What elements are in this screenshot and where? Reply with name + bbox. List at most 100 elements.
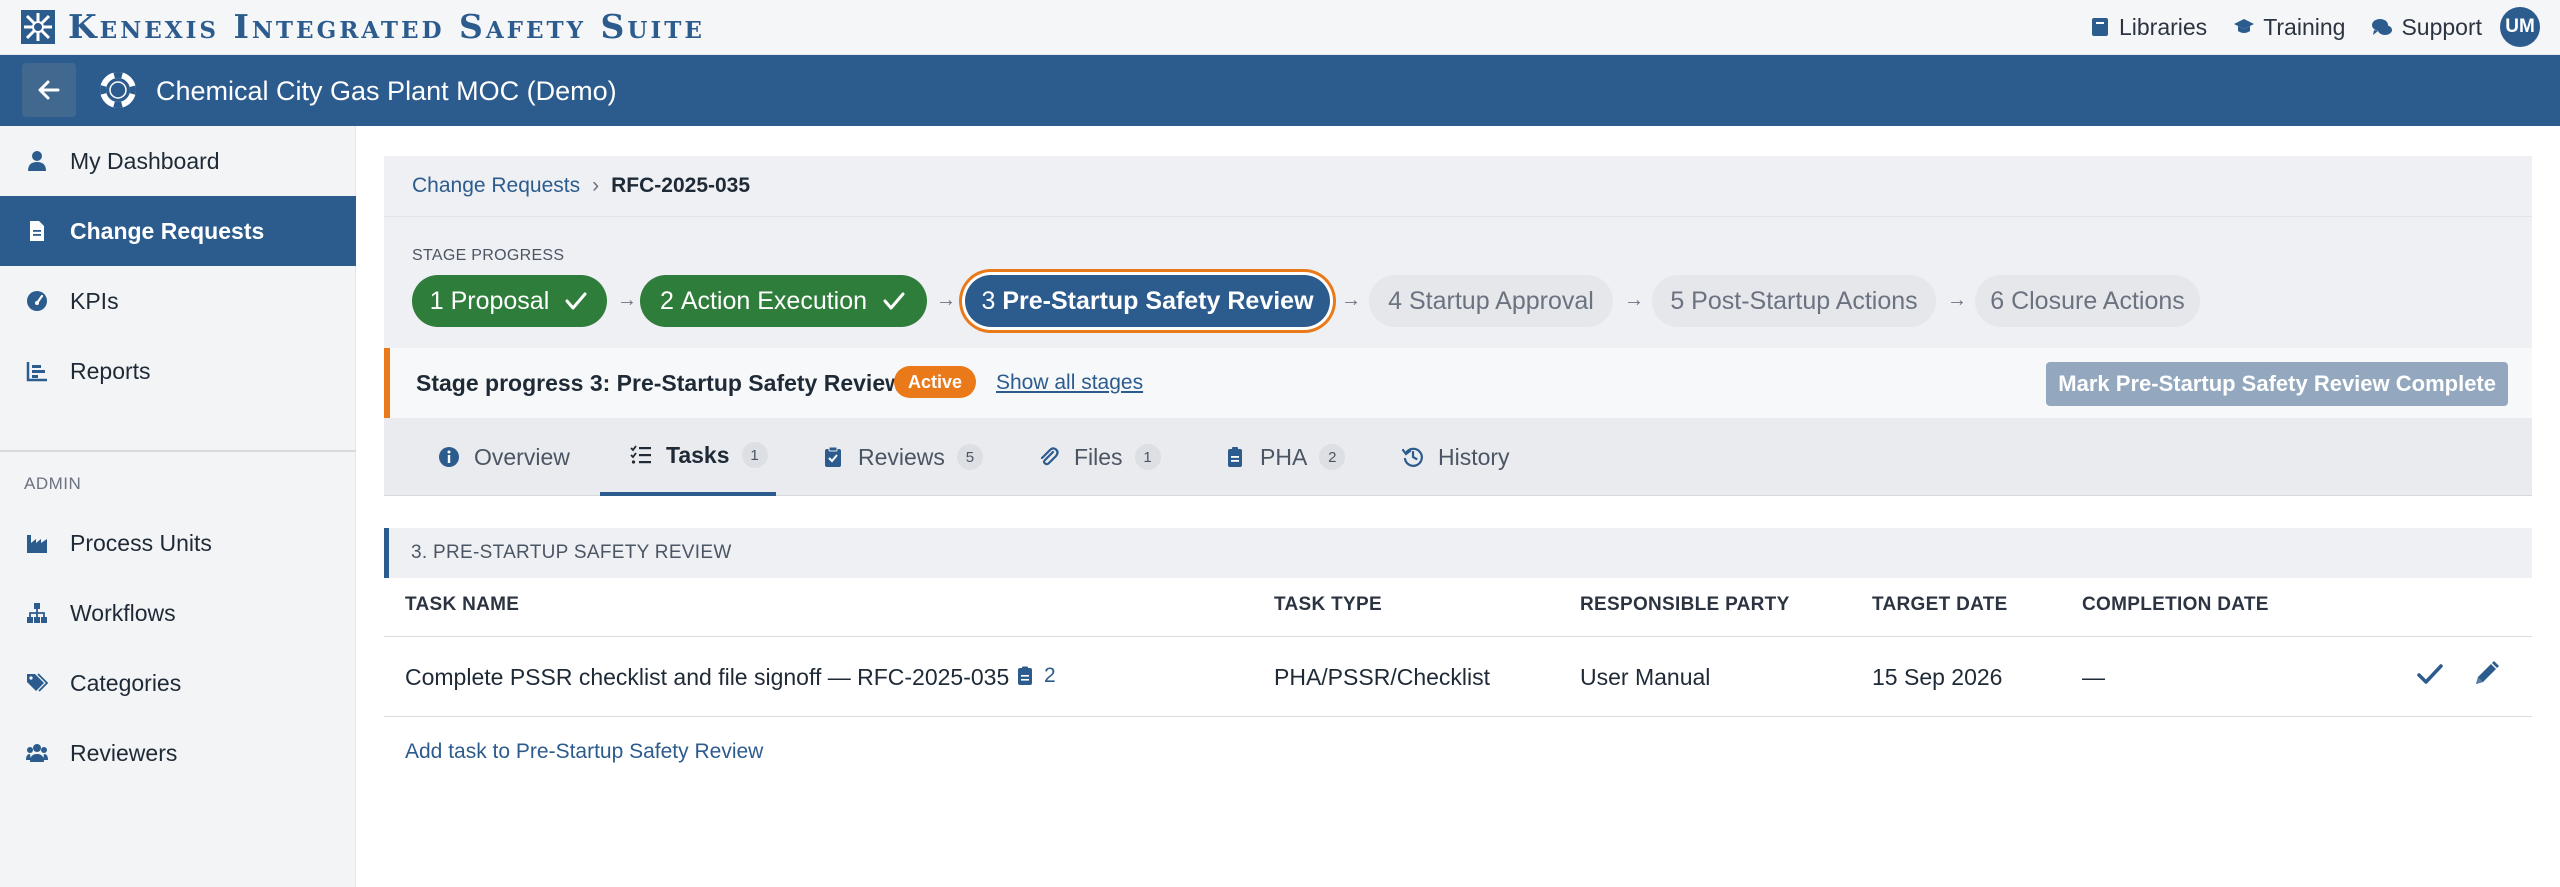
- breadcrumb: Change Requests › RFC-2025-035: [412, 174, 750, 198]
- breadcrumb-separator: ›: [592, 174, 600, 197]
- task-name-cell[interactable]: Complete PSSR checklist and file signoff…: [405, 664, 1009, 691]
- sidebar-item-reviewers[interactable]: Reviewers: [0, 718, 356, 788]
- tab-overview[interactable]: Overview: [438, 418, 570, 496]
- sidebar-item-categories[interactable]: Categories: [0, 648, 356, 718]
- task-list-icon: [630, 445, 651, 464]
- brand-name: Kenexis Integrated Safety Suite: [68, 7, 705, 46]
- tab-label: Tasks: [666, 441, 730, 468]
- book-icon: [2091, 18, 2108, 36]
- document-icon: [1228, 447, 1242, 467]
- sidebar-item-label: Change Requests: [70, 217, 265, 244]
- stage-2-action-execution[interactable]: 2 Action Execution: [640, 275, 927, 327]
- stage-5-post-startup-actions[interactable]: 5 Post-Startup Actions: [1652, 275, 1936, 327]
- stage-4-startup-approval[interactable]: 4 Startup Approval: [1369, 275, 1613, 327]
- complete-check-icon[interactable]: [2414, 658, 2446, 690]
- user-icon: [28, 151, 46, 171]
- tab-count-badge: 5: [956, 444, 983, 470]
- sidebar: My Dashboard Change Requests KPIs Report…: [0, 126, 356, 887]
- completion-date-cell: —: [2082, 664, 2105, 690]
- stage-number: 1: [429, 286, 444, 315]
- stage-number: 5: [1670, 286, 1685, 315]
- stage-arrow: →: [617, 289, 637, 311]
- target-date-cell: 15 Sep 2026: [1872, 664, 2003, 690]
- mark-stage-complete-button[interactable]: Mark Pre-Startup Safety Review Complete: [2046, 362, 2508, 406]
- clipboard-check-icon: [825, 446, 841, 467]
- stage-number: 3: [981, 286, 996, 315]
- sidebar-item-label: Process Units: [70, 529, 212, 556]
- sidebar-item-label: Reviewers: [70, 739, 178, 766]
- table-header-divider: [384, 636, 2532, 637]
- user-avatar[interactable]: UM: [2500, 7, 2540, 47]
- breadcrumb-current: RFC-2025-035: [611, 174, 751, 197]
- info-icon: [439, 447, 459, 467]
- tab-files[interactable]: Files 1: [1038, 418, 1161, 496]
- sidebar-item-kpis[interactable]: KPIs: [0, 266, 356, 336]
- task-type-cell: PHA/PSSR/Checklist: [1274, 664, 1491, 690]
- table-row-divider: [384, 716, 2532, 717]
- add-task-link[interactable]: Add task to Pre-Startup Safety Review: [405, 740, 763, 764]
- responsible-party-cell: User Manual: [1580, 664, 1711, 690]
- industry-icon: [27, 535, 47, 553]
- stage-arrow: →: [1341, 289, 1361, 311]
- document-count-link[interactable]: 2: [1016, 664, 1056, 688]
- sidebar-item-label: KPIs: [70, 287, 119, 314]
- breadcrumb-change-requests-link[interactable]: Change Requests: [412, 174, 580, 198]
- sitemap-icon: [27, 603, 47, 623]
- project-title: Chemical City Gas Plant MOC (Demo): [156, 76, 617, 106]
- tab-reviews[interactable]: Reviews 5: [822, 418, 983, 496]
- training-link[interactable]: Training: [2233, 14, 2345, 41]
- sidebar-item-label: Reports: [70, 357, 151, 384]
- stage-6-closure-actions[interactable]: 6 Closure Actions: [1975, 275, 2200, 327]
- tab-label: Reviews: [858, 443, 945, 470]
- column-header-target-date: TARGET DATE: [1872, 594, 2008, 615]
- current-stage-text: Stage progress 3: Pre-Startup Safety Rev…: [416, 370, 903, 396]
- tab-label: Files: [1074, 443, 1123, 470]
- graduation-cap-icon: [2234, 19, 2255, 33]
- stage-arrow: →: [1624, 289, 1644, 311]
- column-header-task-type: TASK TYPE: [1274, 594, 1382, 615]
- tab-bar: Overview Tasks 1 Reviews 5 Files 1 PHA 2: [384, 418, 2532, 496]
- tab-label: PHA: [1260, 443, 1308, 470]
- arrow-left-icon: [38, 80, 60, 100]
- tab-label: History: [1438, 443, 1510, 470]
- brand[interactable]: Kenexis Integrated Safety Suite: [20, 9, 705, 45]
- tab-tasks[interactable]: Tasks 1: [600, 418, 776, 496]
- document-count: 2: [1044, 664, 1056, 687]
- sidebar-item-change-requests[interactable]: Change Requests: [0, 196, 356, 266]
- support-link[interactable]: Support: [2371, 14, 2482, 41]
- sidebar-divider: [0, 450, 356, 452]
- stage-arrow: →: [936, 289, 956, 311]
- libraries-link[interactable]: Libraries: [2089, 14, 2207, 41]
- paperclip-icon: [1040, 447, 1059, 466]
- sidebar-item-process-units[interactable]: Process Units: [0, 508, 356, 578]
- show-all-stages-link[interactable]: Show all stages: [996, 371, 1143, 395]
- back-button[interactable]: [22, 63, 76, 117]
- project-title-bar: Chemical City Gas Plant MOC (Demo): [0, 55, 2560, 126]
- tab-count-badge: 1: [741, 442, 768, 468]
- sidebar-item-label: Workflows: [70, 599, 176, 626]
- sidebar-item-reports[interactable]: Reports: [0, 336, 356, 406]
- section-title: 3. PRE-STARTUP SAFETY REVIEW: [411, 542, 732, 563]
- file-icon: [30, 221, 44, 241]
- tab-pha[interactable]: PHA 2: [1224, 418, 1346, 496]
- section-header: 3. PRE-STARTUP SAFETY REVIEW: [384, 528, 2532, 578]
- tab-history[interactable]: History: [1402, 418, 1510, 496]
- tab-label: Overview: [474, 443, 570, 470]
- stage-3-pre-startup-safety-review[interactable]: 3 Pre-Startup Safety Review: [965, 275, 1330, 327]
- stage-progress-area: STAGE PROGRESS 1 Proposal → 2 Action Exe…: [384, 216, 2532, 348]
- chat-bubbles-icon: [2372, 19, 2393, 35]
- stage-1-proposal[interactable]: 1 Proposal: [412, 275, 607, 327]
- sidebar-item-workflows[interactable]: Workflows: [0, 578, 356, 648]
- training-label: Training: [2263, 13, 2346, 40]
- gauge-icon: [27, 291, 47, 311]
- admin-section-label: ADMIN: [24, 474, 82, 493]
- edit-pencil-icon[interactable]: [2470, 658, 2502, 690]
- status-badge: Active: [894, 366, 977, 398]
- stage-name: Pre-Startup Safety Review: [1002, 286, 1314, 315]
- bar-chart-icon: [26, 362, 47, 382]
- kenexis-logo-icon: [21, 10, 55, 44]
- top-bar: Kenexis Integrated Safety Suite Librarie…: [0, 0, 2560, 55]
- column-header-completion-date: COMPLETION DATE: [2082, 594, 2269, 615]
- life-ring-icon: [100, 72, 136, 108]
- sidebar-item-my-dashboard[interactable]: My Dashboard: [0, 126, 356, 196]
